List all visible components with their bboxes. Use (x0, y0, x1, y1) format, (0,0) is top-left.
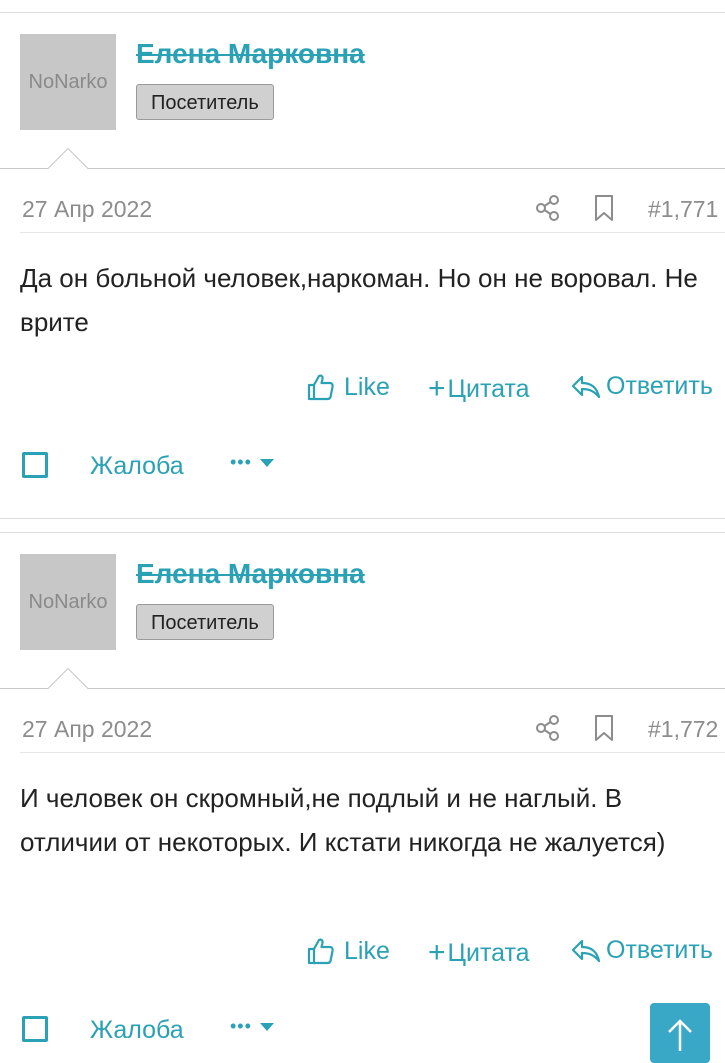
post-content: Да он больной человек,наркоман. Но он не… (20, 263, 698, 337)
post-content: И человек он скромный,не подлый и не наг… (20, 783, 666, 857)
user-badge: Посетитель (136, 84, 274, 120)
more-menu[interactable]: ••• (230, 1016, 276, 1037)
post-date[interactable]: 27 Апр 2022 (22, 196, 152, 223)
reply-button[interactable]: Ответить (570, 372, 713, 401)
thumbs-up-icon (307, 938, 334, 965)
more-dots: ••• (230, 452, 252, 472)
message-divider (0, 168, 725, 169)
plus-icon: + (428, 372, 446, 405)
like-button[interactable]: Like (306, 372, 390, 402)
caret-down-icon (259, 458, 274, 467)
meta-divider (20, 752, 725, 753)
report-link[interactable]: Жалоба (90, 1016, 184, 1045)
post-number[interactable]: #1,772 (648, 716, 718, 743)
reply-label: Ответить (606, 372, 713, 400)
arrow-up-icon (668, 1019, 692, 1051)
thumbs-up-icon (307, 374, 334, 401)
select-checkbox[interactable] (22, 452, 48, 478)
quote-button[interactable]: + Цитата (428, 372, 530, 406)
plus-icon: + (428, 936, 446, 969)
reply-button[interactable]: Ответить (570, 936, 713, 965)
quote-label: Цитата (447, 938, 530, 967)
post-1772: NoNarko Елена Марковна Посетитель 27 Апр… (0, 532, 725, 1055)
avatar[interactable]: NoNarko (20, 34, 116, 130)
username-link[interactable]: Елена Марковна (136, 38, 365, 70)
more-menu[interactable]: ••• (230, 452, 276, 473)
report-link[interactable]: Жалоба (90, 452, 184, 481)
post-date[interactable]: 27 Апр 2022 (22, 716, 152, 743)
scroll-to-top-button[interactable] (650, 1003, 710, 1063)
pointer-arrow-icon (48, 148, 88, 169)
user-badge: Посетитель (136, 604, 274, 640)
quote-label: Цитата (447, 374, 530, 403)
like-label: Like (344, 936, 390, 965)
username-link[interactable]: Елена Марковна (136, 558, 365, 590)
pointer-arrow-icon (48, 668, 88, 689)
post-1771: NoNarko Елена Марковна Посетитель 27 Апр… (0, 12, 725, 512)
share-icon[interactable] (534, 714, 562, 742)
reply-label: Ответить (606, 936, 713, 964)
post-number[interactable]: #1,771 (648, 196, 718, 223)
meta-divider (20, 232, 725, 233)
bookmark-icon[interactable] (592, 714, 616, 742)
reply-arrow-icon (571, 939, 601, 962)
share-icon[interactable] (534, 194, 562, 222)
quote-button[interactable]: + Цитата (428, 936, 530, 970)
message-divider (0, 688, 725, 689)
reply-arrow-icon (571, 375, 601, 398)
post-divider (0, 518, 725, 519)
select-checkbox[interactable] (22, 1016, 48, 1042)
like-label: Like (344, 372, 390, 401)
bookmark-icon[interactable] (592, 194, 616, 222)
like-button[interactable]: Like (306, 936, 390, 966)
caret-down-icon (259, 1022, 274, 1031)
avatar[interactable]: NoNarko (20, 554, 116, 650)
more-dots: ••• (230, 1016, 252, 1036)
